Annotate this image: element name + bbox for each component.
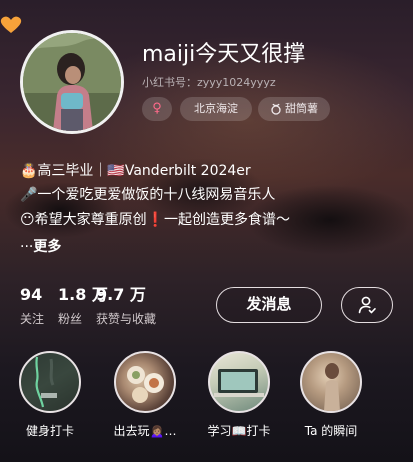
highlight-outing-thumbnail xyxy=(114,351,176,413)
food-photo-image xyxy=(127,366,164,403)
highlight-outing[interactable]: 出去玩🙍🏽‍♀️… xyxy=(112,351,178,439)
avatar[interactable] xyxy=(20,30,124,134)
gender-tag: ♀ xyxy=(142,97,172,121)
profile-id: 小红书号：zyyy1024yyyz xyxy=(142,76,276,89)
more-label: 更多 xyxy=(33,239,62,255)
highlight-label: 健身打卡 xyxy=(25,424,74,438)
avatar-photo xyxy=(23,33,121,131)
bio-line-3: 😶希望大家尊重原创❗一起创造更多食谱～ xyxy=(20,212,291,228)
highlight-label: 学习📖打卡 xyxy=(207,424,271,438)
bio-line-1: 🎂高三毕业｜🇺🇸Vanderbilt 2024er xyxy=(20,163,251,179)
highlight-label: Ta 的瞬间 xyxy=(304,424,358,438)
follow-button[interactable] xyxy=(341,287,393,323)
following-count: 94 xyxy=(20,285,43,304)
route-map-image xyxy=(35,356,57,408)
portrait-photo-image xyxy=(324,363,340,411)
highlight-study[interactable]: 学习📖打卡 xyxy=(206,351,272,439)
zodiac-icon xyxy=(271,103,281,115)
stat-likes[interactable]: 9.7 万 获赞与收藏 xyxy=(96,285,156,327)
laptop-photo-image xyxy=(214,369,264,397)
highlight-moments[interactable]: Ta 的瞬间 xyxy=(298,351,364,439)
location-label: 北京海淀 xyxy=(194,102,238,115)
highlight-moments-thumbnail xyxy=(300,351,362,413)
highlight-fitness[interactable]: 健身打卡 xyxy=(17,351,83,439)
stat-following[interactable]: 94 关注 xyxy=(20,285,44,327)
heart-icon xyxy=(0,16,22,33)
bio-line-2: 🎤一个爱吃更爱做饭的十八线网易音乐人 xyxy=(20,187,276,203)
highlight-study-thumbnail xyxy=(208,351,270,413)
following-label: 关注 xyxy=(20,312,45,326)
highlight-label: 出去玩🙍🏽‍♀️… xyxy=(113,424,177,438)
zodiac-tag[interactable]: 甜筒薯 xyxy=(258,97,330,121)
person-check-icon xyxy=(358,296,376,314)
zodiac-label: 甜筒薯 xyxy=(285,102,318,115)
location-tag[interactable]: 北京海淀 xyxy=(180,97,252,121)
profile-username: maiji今天又很撑 xyxy=(142,42,306,67)
highlight-fitness-thumbnail xyxy=(19,351,81,413)
likes-count: 9.7 万 xyxy=(96,285,146,304)
likes-label: 获赞与收藏 xyxy=(96,312,157,326)
female-icon: ♀ xyxy=(152,101,162,116)
more-dots: ··· xyxy=(20,239,34,255)
message-button[interactable]: 发消息 xyxy=(216,287,322,323)
bio-more-link[interactable]: ···更多 xyxy=(20,237,61,257)
